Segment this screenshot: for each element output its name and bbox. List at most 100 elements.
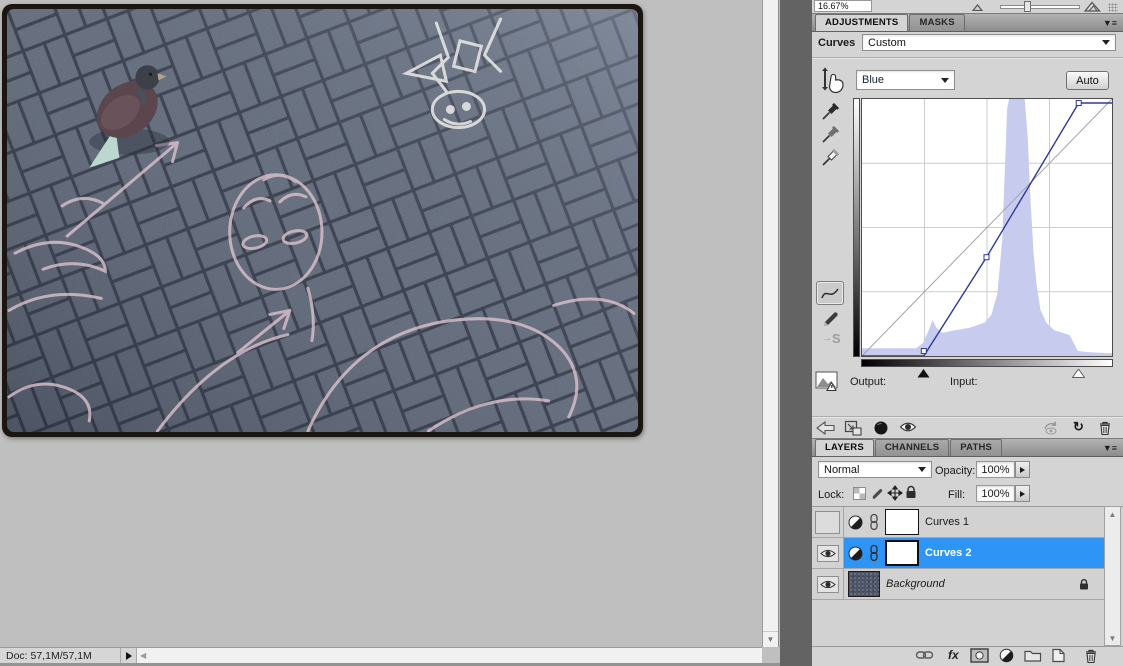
lock-pixels-brush-icon[interactable] xyxy=(871,486,886,501)
toggle-visibility-eye-icon[interactable] xyxy=(899,420,917,434)
navigator-zoom-field[interactable]: 16.67% xyxy=(814,0,872,12)
layer-list: Curves 1 Curves 2 xyxy=(812,506,1123,646)
curves-plot-area[interactable] xyxy=(861,98,1113,357)
lock-label: Lock: xyxy=(818,489,844,501)
channel-value: Blue xyxy=(862,74,884,86)
switch-panel-view-icon[interactable] xyxy=(844,420,864,436)
scroll-down-icon[interactable]: ▼ xyxy=(763,631,778,647)
layer-mask-thumbnail[interactable] xyxy=(885,540,919,566)
curves-adjustment-panel: Curves Custom →S Blue xyxy=(812,31,1123,438)
shadow-input-slider[interactable] xyxy=(917,369,930,378)
adjustment-layer-icon xyxy=(848,546,863,561)
lock-all-padlock-icon[interactable] xyxy=(904,485,918,500)
lock-transparency-icon[interactable] xyxy=(853,487,866,500)
opacity-spinner-button[interactable] xyxy=(1015,461,1030,478)
horizontal-scrollbar[interactable]: ◀ xyxy=(137,648,762,663)
mask-link-chain-icon[interactable] xyxy=(869,513,879,531)
panel-menu-icon[interactable]: ▼≡ xyxy=(1103,18,1117,28)
layer-mask-thumbnail[interactable] xyxy=(885,509,919,535)
scroll-up-icon[interactable]: ▲ xyxy=(1105,507,1120,521)
tab-paths[interactable]: PATHS xyxy=(950,439,1002,456)
visibility-empty-checkbox[interactable] xyxy=(815,511,840,534)
layer-row-background[interactable]: Background xyxy=(812,569,1104,600)
zoom-out-mountain-icon[interactable] xyxy=(972,4,983,11)
visibility-cell[interactable] xyxy=(812,569,844,599)
pencil-tool-icon[interactable] xyxy=(822,310,840,328)
navigator-zoom-slider-thumb[interactable] xyxy=(1024,1,1031,12)
mask-link-chain-icon[interactable] xyxy=(869,544,879,562)
curves-graph[interactable] xyxy=(853,98,1115,378)
lock-position-move-icon[interactable] xyxy=(887,485,903,501)
white-point-eyedropper-icon[interactable] xyxy=(821,147,841,167)
blend-mode-select[interactable]: Normal xyxy=(818,461,932,478)
new-layer-icon[interactable] xyxy=(1051,648,1066,663)
output-label: Output: xyxy=(850,376,886,388)
navigator-zoom-slider[interactable] xyxy=(1000,5,1080,9)
auto-button[interactable]: Auto xyxy=(1066,71,1109,90)
return-to-adjustment-list-icon[interactable] xyxy=(816,420,836,436)
layer-style-fx-icon[interactable]: fx xyxy=(948,648,959,662)
visibility-cell[interactable] xyxy=(812,507,844,537)
layers-panel: Normal Opacity: 100% Lock: Fill: 100% xyxy=(812,458,1123,666)
dropdown-arrow-icon xyxy=(941,78,949,83)
fill-label: Fill: xyxy=(948,489,965,501)
gray-point-eyedropper-icon[interactable] xyxy=(821,124,841,144)
photo-canvas[interactable] xyxy=(2,4,643,437)
clipping-display-icon[interactable] xyxy=(815,371,840,392)
layers-panel-header: LAYERS CHANNELS PATHS ▼≡ xyxy=(812,438,1123,457)
delete-adjustment-trash-icon[interactable] xyxy=(1098,420,1112,436)
vertical-scrollbar[interactable]: ▼ xyxy=(762,0,779,647)
spinner-arrow-icon xyxy=(1020,491,1025,497)
highlight-input-slider[interactable] xyxy=(1072,369,1085,378)
layer-name[interactable]: Curves 2 xyxy=(925,547,971,559)
view-previous-state-icon xyxy=(1042,420,1062,435)
tab-channels[interactable]: CHANNELS xyxy=(875,439,949,456)
layer-row-curves-2[interactable]: Curves 2 xyxy=(812,538,1104,569)
fill-value-field[interactable]: 100% xyxy=(976,485,1015,502)
adjustments-panel-header: ADJUSTMENTS MASKS ▼≡ xyxy=(812,13,1123,32)
visibility-toggle[interactable] xyxy=(817,576,839,593)
layer-name[interactable]: Curves 1 xyxy=(925,516,969,528)
layer-row-curves-1[interactable]: Curves 1 xyxy=(812,507,1104,538)
zoom-in-mountain-icon[interactable] xyxy=(1084,1,1101,12)
edit-points-tool-button[interactable] xyxy=(816,281,844,305)
targeted-adjustment-tool-icon[interactable] xyxy=(818,67,845,95)
preset-value: Custom xyxy=(868,37,906,49)
black-point-eyedropper-icon[interactable] xyxy=(821,101,841,121)
selected-layer-row[interactable]: Curves 2 xyxy=(844,538,1104,568)
smooth-curve-icon[interactable]: →S xyxy=(822,331,841,346)
navigator-panel-bottom: 16.67% xyxy=(812,0,1123,13)
adjustments-footer: ↻ xyxy=(812,420,1123,437)
layers-scrollbar[interactable]: ▲ ▼ xyxy=(1104,506,1121,646)
add-layer-mask-icon[interactable] xyxy=(970,648,990,663)
curves-preset-select[interactable]: Custom xyxy=(862,34,1116,51)
new-adjustment-layer-icon[interactable] xyxy=(999,648,1014,663)
zoom-value: 16.67% xyxy=(818,1,849,11)
eye-icon xyxy=(820,579,836,590)
background-layer-thumbnail[interactable] xyxy=(848,571,880,597)
clip-to-layer-icon[interactable] xyxy=(873,420,889,436)
opacity-value-field[interactable]: 100% xyxy=(976,461,1015,478)
reset-adjustment-icon[interactable]: ↻ xyxy=(1073,420,1084,433)
delete-layer-trash-icon[interactable] xyxy=(1084,648,1098,664)
layer-name[interactable]: Background xyxy=(886,578,945,590)
tab-layers[interactable]: LAYERS xyxy=(815,439,874,456)
new-group-folder-icon[interactable] xyxy=(1024,648,1042,662)
channel-select[interactable]: Blue xyxy=(856,70,955,90)
eye-icon xyxy=(820,548,836,559)
panel-menu-icon[interactable]: ▼≡ xyxy=(1103,443,1117,453)
visibility-cell[interactable] xyxy=(812,538,844,568)
panel-resize-grip[interactable] xyxy=(1108,3,1118,12)
link-layers-icon[interactable] xyxy=(915,648,937,662)
spinner-arrow-icon xyxy=(1020,467,1025,473)
visibility-toggle[interactable] xyxy=(817,545,839,562)
status-menu-button[interactable] xyxy=(120,648,137,663)
tab-adjustments[interactable]: ADJUSTMENTS xyxy=(815,14,908,31)
scroll-left-icon: ◀ xyxy=(140,651,146,660)
scroll-down-icon[interactable]: ▼ xyxy=(1105,631,1120,645)
fill-spinner-button[interactable] xyxy=(1015,485,1030,502)
tab-masks[interactable]: MASKS xyxy=(909,14,964,31)
opacity-label: Opacity: xyxy=(935,465,975,477)
layers-footer: fx xyxy=(812,646,1123,663)
application-background xyxy=(780,0,812,666)
